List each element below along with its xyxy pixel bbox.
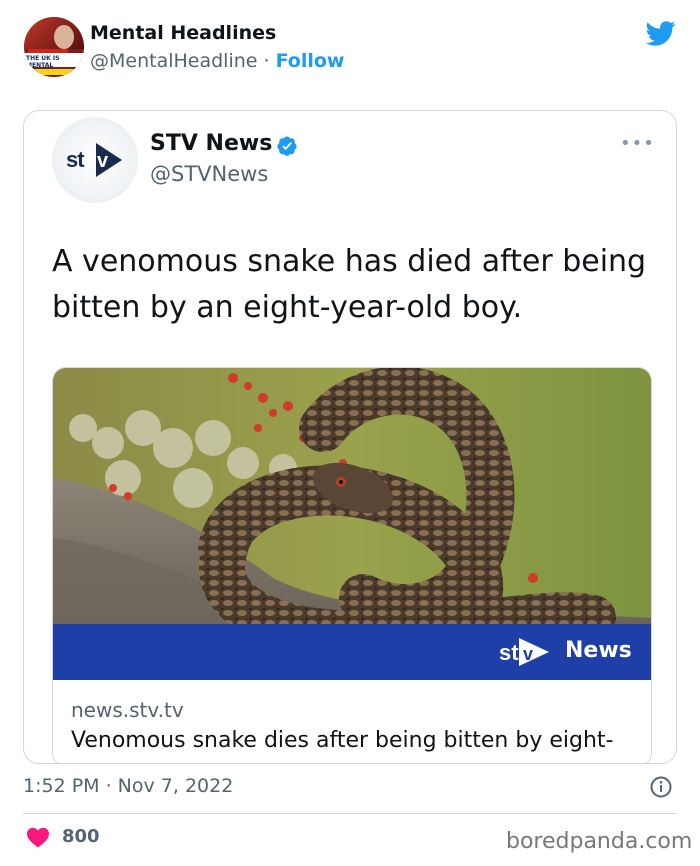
link-title: Venomous snake dies after being bitten b… [71,728,614,753]
author-handle[interactable]: @MentalHeadline [90,50,257,72]
watermark: boredpanda.com [506,829,693,854]
quoted-author-handle[interactable]: @STVNews [150,162,268,186]
footer-divider [23,813,677,814]
author-name[interactable]: Mental Headlines [90,22,276,44]
author-avatar[interactable]: THE UK IS MENTAL [24,17,84,77]
svg-text:st: st [66,147,85,172]
stv-avatar[interactable]: st v [52,117,138,203]
quoted-tweet-card[interactable]: st v STV News @STVNews ••• A venomous sn… [23,110,677,764]
heart-icon[interactable] [26,826,50,848]
link-domain: news.stv.tv [71,698,184,722]
like-count[interactable]: 800 [62,826,100,847]
banner-news-label: News [565,638,632,663]
more-options-icon[interactable]: ••• [620,133,655,154]
svg-text:st: st [499,640,519,665]
tweet-timestamp[interactable]: 1:52 PM · Nov 7, 2022 [23,775,233,797]
info-icon[interactable] [649,775,673,799]
link-preview-card[interactable]: st v News news.stv.tv Venomous snake die… [52,367,652,763]
avatar-caption: THE UK IS MENTAL [26,55,60,69]
handle-separator: · [257,50,276,72]
follow-button[interactable]: Follow [276,50,345,72]
svg-text:v: v [523,644,533,664]
twitter-bird-icon[interactable] [646,18,676,48]
snake-photo: st v [53,368,651,680]
quoted-tweet-text: A venomous snake has died after being bi… [52,244,647,325]
verified-badge-icon [277,136,297,156]
quoted-author-name[interactable]: STV News [150,131,272,156]
author-handle-line: @MentalHeadline · Follow [90,50,345,72]
stv-logo-icon: st v [66,143,122,177]
svg-text:v: v [97,150,109,172]
